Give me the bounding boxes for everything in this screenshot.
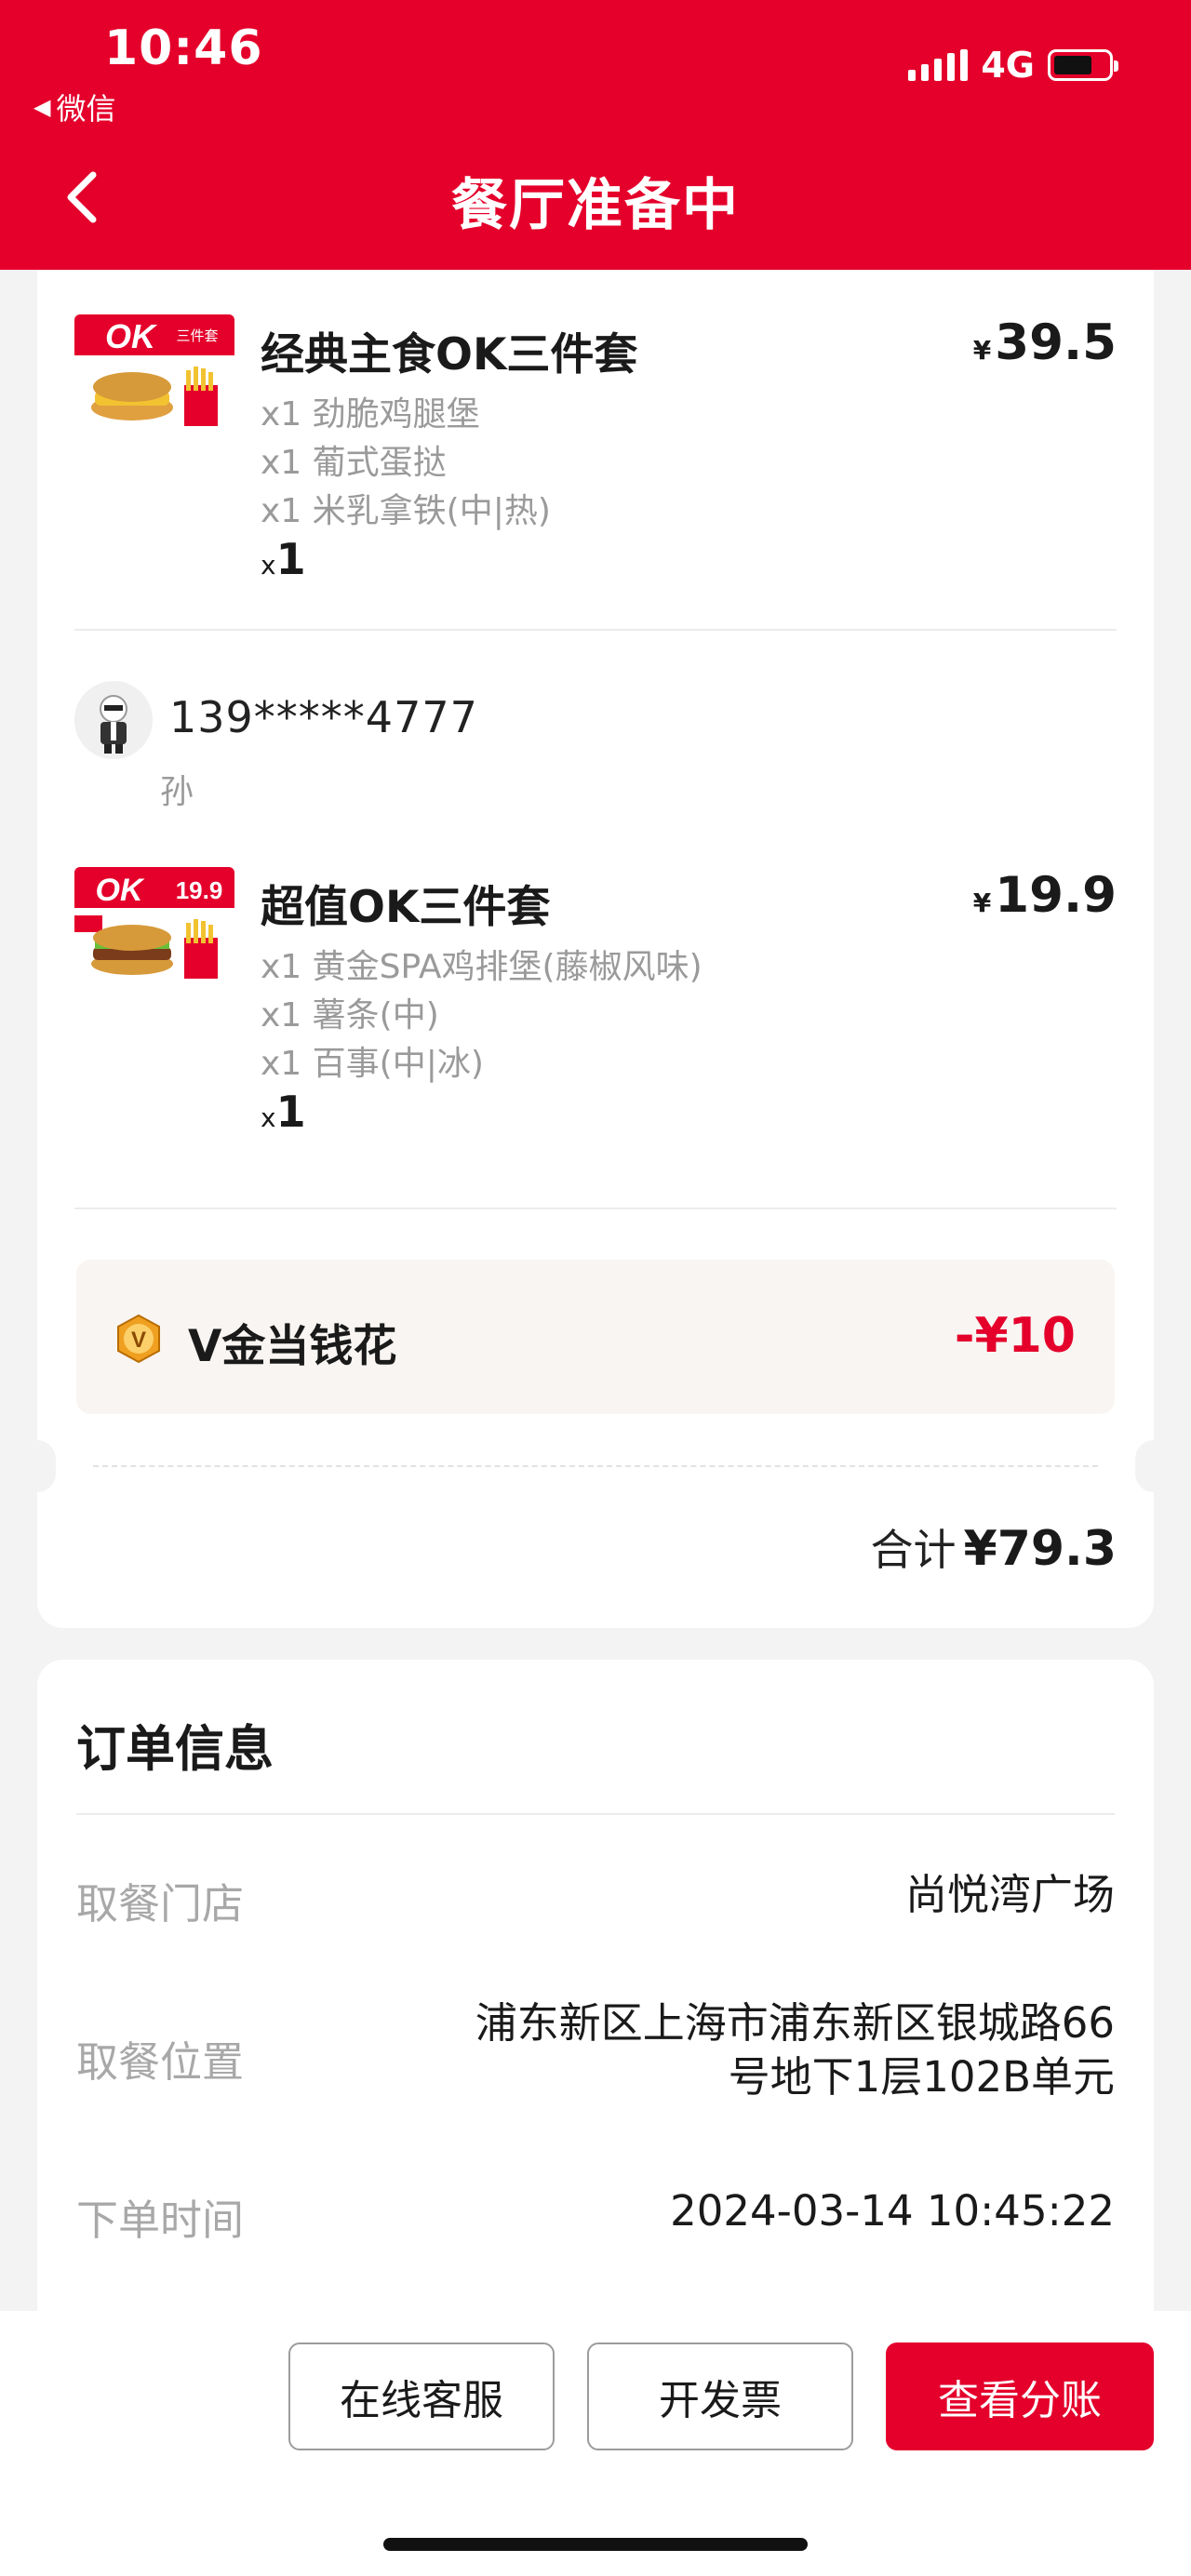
page-title: 餐厅准备中 xyxy=(451,173,740,238)
home-indicator[interactable] xyxy=(383,2538,808,2551)
item-component: x1 黄金SPA鸡排堡(藤椒风味) xyxy=(261,948,703,986)
pickup-location-line2: 号地下1层102B单元 xyxy=(728,2052,1115,2102)
pickup-location-line1: 浦东新区上海市浦东新区银城路66 xyxy=(475,1998,1115,2048)
status-back-to-app[interactable]: ◀ 微信 xyxy=(33,86,115,128)
view-split-button[interactable]: 查看分账 xyxy=(886,2342,1154,2450)
item-price: ¥39.5 xyxy=(973,314,1117,371)
order-item[interactable]: OK 19.9 超值OK三件套 ¥19.9 x1 黄金SPA鸡排堡(藤椒风味) … xyxy=(74,867,1117,1146)
price-currency: ¥ xyxy=(972,888,992,918)
order-total: 合计 ¥79.3 xyxy=(871,1516,1117,1578)
item-name: 经典主食OK三件套 xyxy=(261,329,638,380)
total-amount: ¥79.3 xyxy=(963,1521,1117,1577)
thumb-ok-text: OK xyxy=(96,873,145,908)
price-value: 19.9 xyxy=(995,867,1117,924)
store-label: 取餐门店 xyxy=(76,1879,245,1929)
status-time: 10:46 xyxy=(104,20,263,76)
header: 10:46 ◀ 微信 4G 餐厅准备中 xyxy=(0,0,1191,270)
invoice-button[interactable]: 开发票 xyxy=(587,2342,853,2450)
item-component: x1 劲脆鸡腿堡 xyxy=(261,395,480,434)
status-indicators: 4G xyxy=(908,45,1118,86)
user-phone: 139*****4777 xyxy=(169,692,478,742)
product-image: OK 19.9 xyxy=(74,867,234,988)
item-component: x1 百事(中|冰) xyxy=(261,1045,484,1083)
vcoin-label: V金当钱花 xyxy=(188,1321,397,1372)
price-currency: ¥ xyxy=(972,335,992,366)
pickup-location-value: 浦东新区上海市浦东新区银城路66 号地下1层102B单元 xyxy=(475,1996,1115,2104)
network-type: 4G xyxy=(981,45,1035,86)
order-info-title: 订单信息 xyxy=(76,1721,274,1778)
online-service-button[interactable]: 在线客服 xyxy=(288,2342,555,2450)
item-name: 超值OK三件套 xyxy=(261,882,551,933)
item-price: ¥19.9 xyxy=(973,867,1117,924)
status-back-label: 微信 xyxy=(56,91,116,127)
vcoin-discount-row: V V金当钱花 -¥10 xyxy=(76,1260,1115,1414)
svg-text:V: V xyxy=(131,1328,146,1353)
order-item[interactable]: OK 三件套 经典主食OK三件套 ¥39.5 x1 劲脆鸡腿堡 x1 葡式蛋挞 … xyxy=(74,314,1117,594)
product-image: OK 三件套 xyxy=(74,314,234,435)
dashed-separator xyxy=(93,1465,1098,1467)
user-avatar-icon xyxy=(74,681,153,759)
item-quantity: x1 xyxy=(261,534,306,584)
divider xyxy=(76,1813,1115,1815)
divider xyxy=(74,1208,1117,1209)
order-time-value: 2024-03-14 10:45:22 xyxy=(670,2186,1115,2236)
store-value: 尚悦湾广场 xyxy=(904,1870,1115,1919)
item-quantity: x1 xyxy=(261,1087,306,1137)
thumb-ok-text: OK xyxy=(105,317,158,355)
divider xyxy=(74,629,1117,631)
item-component: x1 米乳拿铁(中|热) xyxy=(261,492,551,530)
order-items-card: OK 三件套 经典主食OK三件套 ¥39.5 x1 劲脆鸡腿堡 x1 葡式蛋挞 … xyxy=(19,270,1172,1628)
order-time-label: 下单时间 xyxy=(76,2196,245,2245)
order-info-card: 订单信息 取餐门店 尚悦湾广场 取餐位置 浦东新区上海市浦东新区银城路66 号地… xyxy=(37,1660,1154,2311)
battery-icon xyxy=(1048,49,1118,81)
shared-user-row: 139*****4777 孙 xyxy=(74,681,1117,821)
pickup-location-label: 取餐位置 xyxy=(76,2037,245,2087)
item-component: x1 薯条(中) xyxy=(261,996,439,1034)
thumb-badge-text: 三件套 xyxy=(176,327,218,344)
user-name: 孙 xyxy=(160,773,194,811)
bottom-action-bar: 在线客服 开发票 查看分账 xyxy=(0,2311,1191,2576)
price-value: 39.5 xyxy=(995,314,1117,371)
thumb-badge-text: 19.9 xyxy=(176,876,223,904)
item-component: x1 葡式蛋挞 xyxy=(261,444,447,482)
v-coin-icon: V xyxy=(117,1314,160,1364)
total-label: 合计 xyxy=(870,1525,957,1575)
ticket-notch-right xyxy=(1135,1440,1172,1492)
signal-icon xyxy=(908,49,969,81)
ticket-notch-left xyxy=(19,1440,56,1492)
vcoin-amount: -¥10 xyxy=(954,1308,1076,1364)
back-triangle-icon: ◀ xyxy=(33,94,51,120)
